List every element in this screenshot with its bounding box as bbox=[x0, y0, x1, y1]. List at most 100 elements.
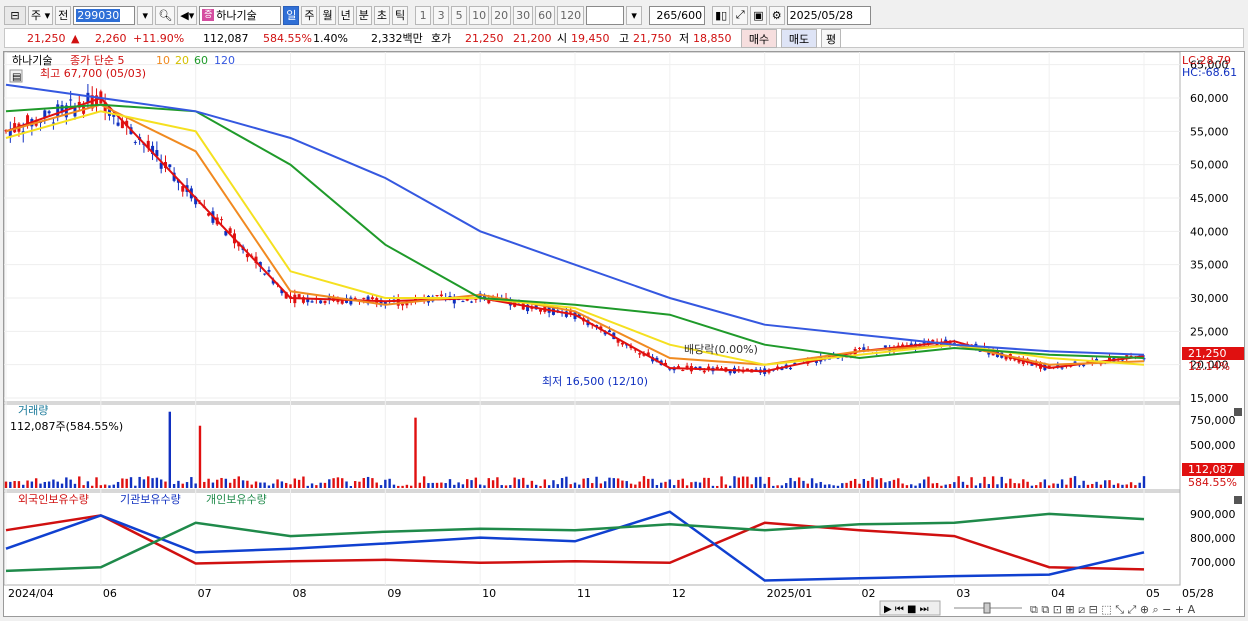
minute-1[interactable]: 1 bbox=[415, 5, 432, 25]
volume-bar bbox=[871, 477, 874, 488]
minute-30[interactable]: 30 bbox=[513, 5, 534, 25]
volume-bar bbox=[409, 485, 413, 488]
candle-body bbox=[470, 301, 474, 303]
volume-bar bbox=[815, 483, 818, 488]
volume-bar bbox=[1069, 477, 1072, 488]
volume-bar bbox=[194, 483, 197, 488]
open-label: 시 bbox=[557, 32, 568, 45]
volume-bar bbox=[625, 481, 628, 488]
prev-button[interactable]: 전 bbox=[55, 5, 72, 25]
custom-period-input[interactable] bbox=[586, 5, 625, 25]
price-panel[interactable] bbox=[3, 51, 1181, 403]
price-y-tick: 30,000 bbox=[1190, 292, 1229, 305]
search-icon[interactable]: 🔍︎ bbox=[155, 5, 176, 25]
bid-price: 21,200 bbox=[513, 31, 552, 45]
volume-bar bbox=[1082, 480, 1085, 488]
period-tick[interactable]: 틱 bbox=[391, 5, 409, 25]
volume-bar bbox=[56, 481, 59, 488]
holding-close-icon[interactable] bbox=[1234, 496, 1242, 504]
period-year[interactable]: 년 bbox=[337, 5, 354, 25]
volume-bar bbox=[103, 484, 107, 488]
volume-y-tick: 750,000 bbox=[1190, 414, 1236, 427]
volume-bar bbox=[660, 482, 663, 488]
buy-button[interactable]: 매수 bbox=[741, 29, 777, 48]
volume-bar bbox=[129, 477, 133, 488]
volume-bar bbox=[966, 484, 969, 488]
scroll-play-icon[interactable]: ▶ ⏮ ■ ⏭ bbox=[884, 604, 929, 615]
volume-bar bbox=[1000, 476, 1003, 488]
minute-5[interactable]: 5 bbox=[451, 5, 468, 25]
legend-foreign: 외국인보유수량 bbox=[18, 493, 89, 506]
code-dropdown-button[interactable]: ▾ bbox=[137, 5, 154, 25]
volume-bar bbox=[487, 478, 490, 488]
volume-bar bbox=[672, 485, 676, 488]
zoom-slider-thumb[interactable] bbox=[983, 602, 991, 614]
type-select[interactable]: 주 ▾ bbox=[28, 5, 54, 25]
candle-body bbox=[789, 367, 793, 370]
volume-bar bbox=[73, 483, 77, 488]
candle-icon[interactable]: ▮▯ bbox=[712, 5, 731, 25]
volume-bar bbox=[1091, 483, 1094, 488]
x-tick-label: 04 bbox=[1051, 587, 1065, 600]
x-tick-label: 02 bbox=[862, 587, 876, 600]
volume-bar bbox=[983, 476, 986, 488]
volume-bar bbox=[491, 480, 495, 488]
volume-bar bbox=[246, 480, 249, 488]
volume-bar bbox=[991, 476, 995, 488]
volume-bar bbox=[1095, 481, 1098, 488]
turnover-value: 1.40% bbox=[313, 31, 348, 45]
volume-bar bbox=[233, 478, 236, 488]
period-second[interactable]: 초 bbox=[373, 5, 390, 25]
volume-bar bbox=[22, 484, 25, 488]
speaker-icon[interactable]: ◀︎▾ bbox=[177, 5, 198, 25]
volume-bar bbox=[341, 478, 344, 488]
price-y-tick: 15,000 bbox=[1190, 392, 1229, 405]
current-price: 21,250 bbox=[27, 31, 66, 45]
minute-3[interactable]: 3 bbox=[433, 5, 450, 25]
volume-bar bbox=[741, 476, 745, 488]
trend-tool-icon[interactable]: ⤢ bbox=[732, 5, 749, 25]
volume-bar bbox=[685, 485, 689, 488]
period-minute[interactable]: 분 bbox=[355, 5, 372, 25]
count-input[interactable]: 265/600 bbox=[649, 5, 706, 25]
period-week[interactable]: 주 bbox=[301, 5, 318, 25]
ma-legend-20: 20 bbox=[175, 54, 189, 67]
period-day[interactable]: 일 bbox=[283, 5, 300, 25]
minute-60[interactable]: 60 bbox=[535, 5, 556, 25]
volume-bar bbox=[151, 478, 154, 488]
volume-bar bbox=[453, 484, 456, 488]
minute-120[interactable]: 120 bbox=[557, 5, 585, 25]
volume-bar bbox=[513, 477, 516, 488]
window-icon[interactable]: ⊟ bbox=[4, 5, 26, 25]
volume-last-value: 112,087 bbox=[1188, 463, 1234, 476]
minute-10[interactable]: 10 bbox=[469, 5, 490, 25]
volume-bar bbox=[78, 476, 81, 488]
chart-area[interactable]: 65,000 60,000 55,000 50,000 45,000 40,000 35,0… bbox=[3, 51, 1245, 617]
save-icon[interactable]: ▣ bbox=[750, 5, 767, 25]
volume-close-icon[interactable] bbox=[1234, 408, 1242, 416]
gear-icon[interactable]: ⚙ bbox=[768, 5, 785, 25]
volume-bar bbox=[504, 485, 508, 488]
stock-name-field[interactable]: 증 하나기술 bbox=[199, 5, 282, 25]
volume-bar bbox=[241, 480, 245, 488]
sell-button[interactable]: 매도 bbox=[781, 29, 817, 48]
custom-period-dropdown[interactable]: ▾ bbox=[626, 5, 643, 25]
volume-bar bbox=[785, 483, 788, 488]
code-input[interactable]: 299030 bbox=[73, 5, 136, 25]
minute-20[interactable]: 20 bbox=[491, 5, 512, 25]
volume-panel[interactable] bbox=[3, 403, 1181, 491]
volume-bar bbox=[431, 482, 434, 488]
legend-individual: 개인보유수량 bbox=[206, 493, 267, 506]
eval-button[interactable]: 평 bbox=[821, 29, 841, 48]
period-month[interactable]: 월 bbox=[319, 5, 336, 25]
volume-bar bbox=[34, 478, 38, 488]
date-input[interactable]: 2025/05/28 bbox=[786, 5, 871, 25]
panel-stock-name: 하나기술 bbox=[12, 53, 52, 67]
volume-bar bbox=[272, 483, 275, 488]
volume-bar bbox=[793, 481, 797, 488]
candle-body bbox=[702, 370, 706, 373]
chart-tools-icons[interactable]: ⧉ ⧉ ⊡ ⊞ ⧄ ⊟ ⬚ ⤡ ⤢ ⊕ ⌕ − + A bbox=[1030, 603, 1196, 616]
volume-bar bbox=[905, 485, 909, 488]
volume-bar bbox=[737, 477, 741, 488]
chart-svg[interactable]: 65,00060,00055,00050,00045,00040,00035,0… bbox=[3, 51, 1244, 616]
